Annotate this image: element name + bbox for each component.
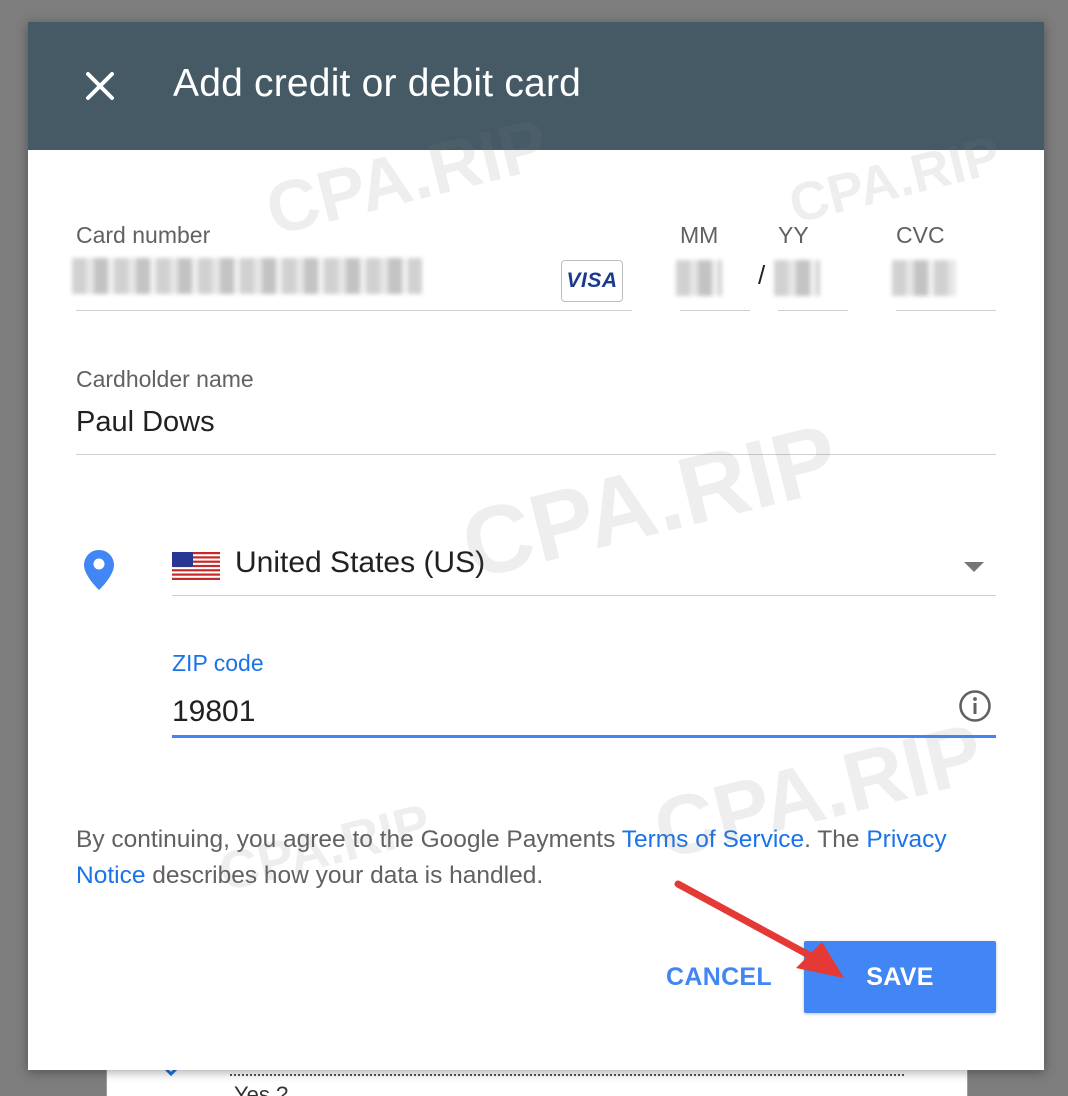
cancel-button[interactable]: CANCEL — [648, 942, 790, 1012]
cardholder-label: Cardholder name — [76, 366, 254, 392]
zip-label: ZIP code — [172, 650, 264, 676]
terms-of-service-link[interactable]: Terms of Service — [622, 826, 804, 853]
close-button[interactable] — [74, 60, 126, 112]
save-button[interactable]: SAVE — [804, 941, 996, 1013]
cvc-underline — [896, 310, 996, 311]
card-number-underline — [76, 310, 632, 311]
dropdown-arrow-icon[interactable] — [962, 560, 986, 574]
zip-input[interactable] — [172, 688, 996, 738]
expiry-year-field[interactable] — [774, 260, 820, 296]
expiry-month-label: MM — [680, 222, 719, 248]
background-text: Yes ? — [234, 1082, 289, 1096]
disclaimer-suffix: describes how your data is handled. — [145, 862, 544, 889]
dialog-header: Add credit or debit card — [28, 22, 1044, 150]
disclaimer-prefix: By continuing, you agree to the Google P… — [76, 826, 622, 853]
visa-logo: VISA — [561, 260, 623, 302]
dialog-title: Add credit or debit card — [173, 62, 582, 105]
info-icon[interactable] — [958, 689, 992, 723]
terms-disclaimer: By continuing, you agree to the Google P… — [76, 822, 1006, 894]
card-number-field[interactable] — [72, 258, 422, 294]
expiry-year-label: YY — [778, 222, 809, 248]
close-icon — [86, 72, 114, 100]
cvc-field[interactable] — [892, 260, 956, 296]
country-select[interactable]: United States (US) — [235, 546, 485, 580]
expiry-year-underline — [778, 310, 848, 311]
cvc-label: CVC — [896, 222, 945, 248]
background-divider — [230, 1074, 904, 1076]
location-pin-icon — [84, 550, 114, 590]
country-underline — [172, 595, 996, 596]
expiry-month-underline — [680, 310, 750, 311]
cardholder-underline — [76, 454, 996, 455]
watermark-text: CPA.RIP — [451, 403, 849, 601]
us-flag-icon — [172, 552, 220, 580]
card-number-label: Card number — [76, 222, 211, 248]
cardholder-field[interactable]: Paul Dows — [76, 406, 215, 439]
add-card-dialog: Add credit or debit card Card number VIS… — [28, 22, 1044, 1070]
disclaimer-middle: . The — [804, 826, 867, 853]
expiry-separator: / — [758, 260, 766, 290]
expiry-month-field[interactable] — [676, 260, 722, 296]
